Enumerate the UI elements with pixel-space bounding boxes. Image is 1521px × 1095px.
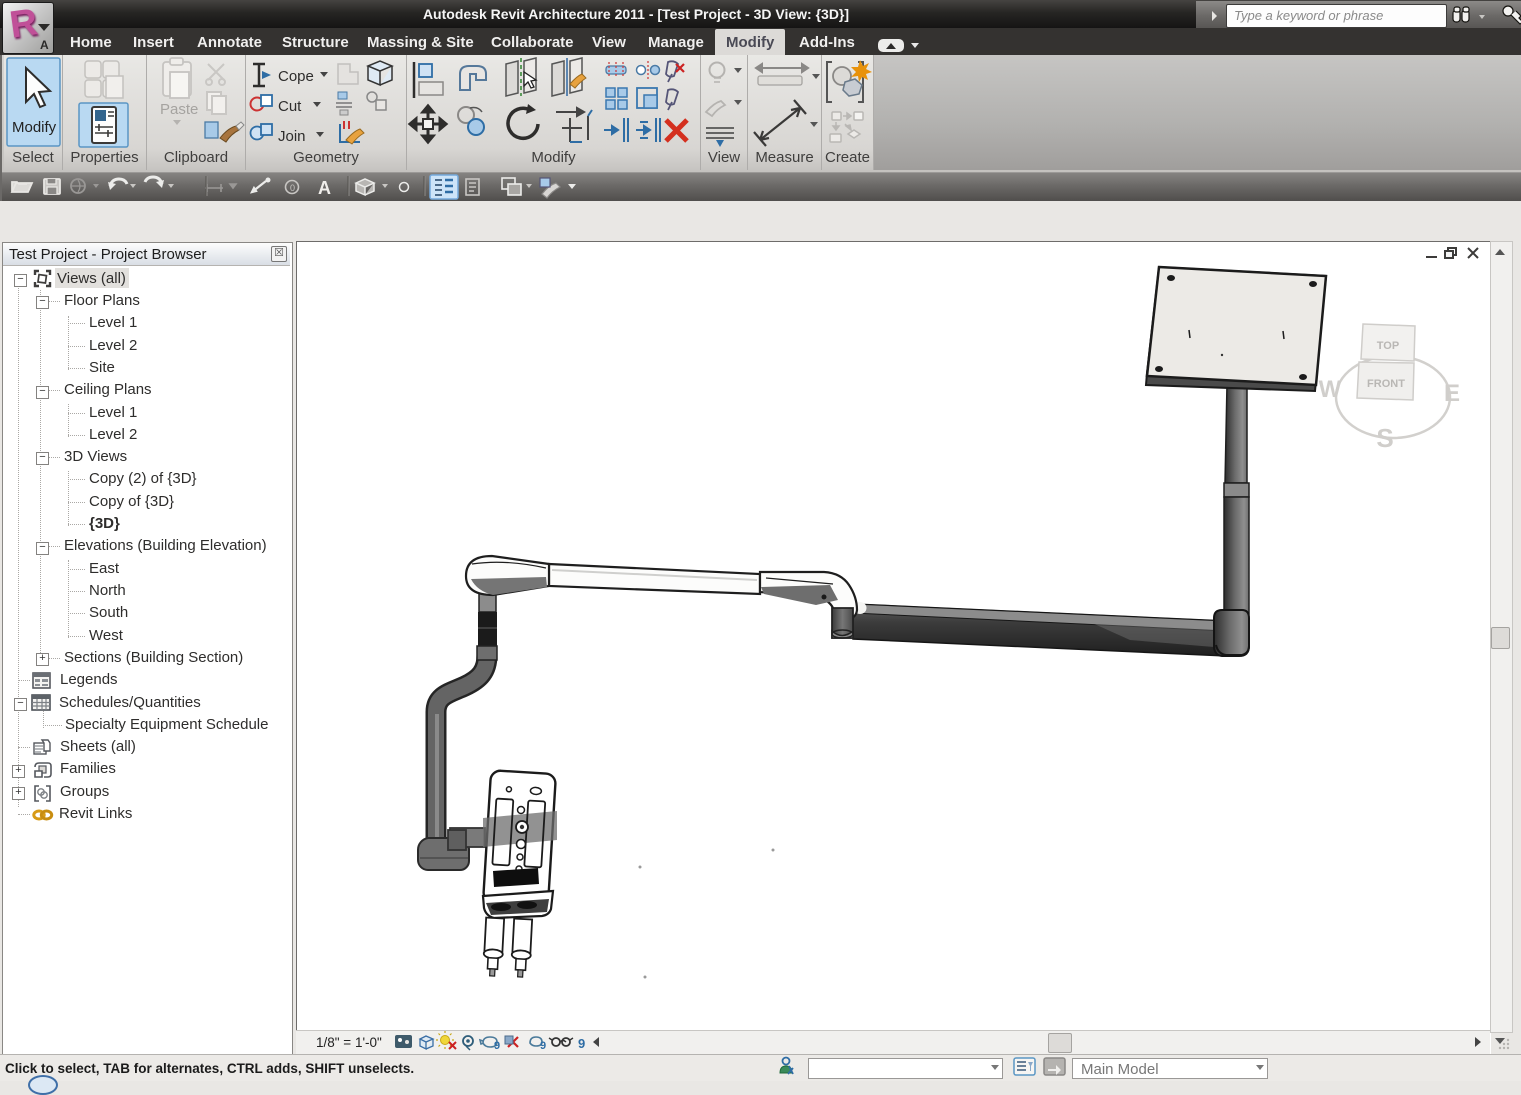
svg-text:A: A (318, 178, 331, 198)
svg-text:9: 9 (540, 1040, 546, 1052)
svg-text:Join: Join (278, 128, 306, 145)
svg-text:S: S (1376, 423, 1393, 453)
svg-text:Paste: Paste (160, 101, 198, 118)
svg-text:TOP: TOP (1377, 340, 1399, 352)
svg-text:E: E (1444, 380, 1460, 407)
svg-text:Cope: Cope (278, 68, 314, 85)
svg-text:Cut: Cut (278, 98, 302, 115)
svg-text:0: 0 (290, 183, 295, 193)
svg-text:W: W (1319, 376, 1342, 403)
svg-text:FRONT: FRONT (1367, 378, 1405, 390)
svg-text:Modify: Modify (12, 119, 57, 136)
svg-text:9: 9 (578, 1036, 585, 1051)
svg-text:9: 9 (494, 1040, 500, 1052)
